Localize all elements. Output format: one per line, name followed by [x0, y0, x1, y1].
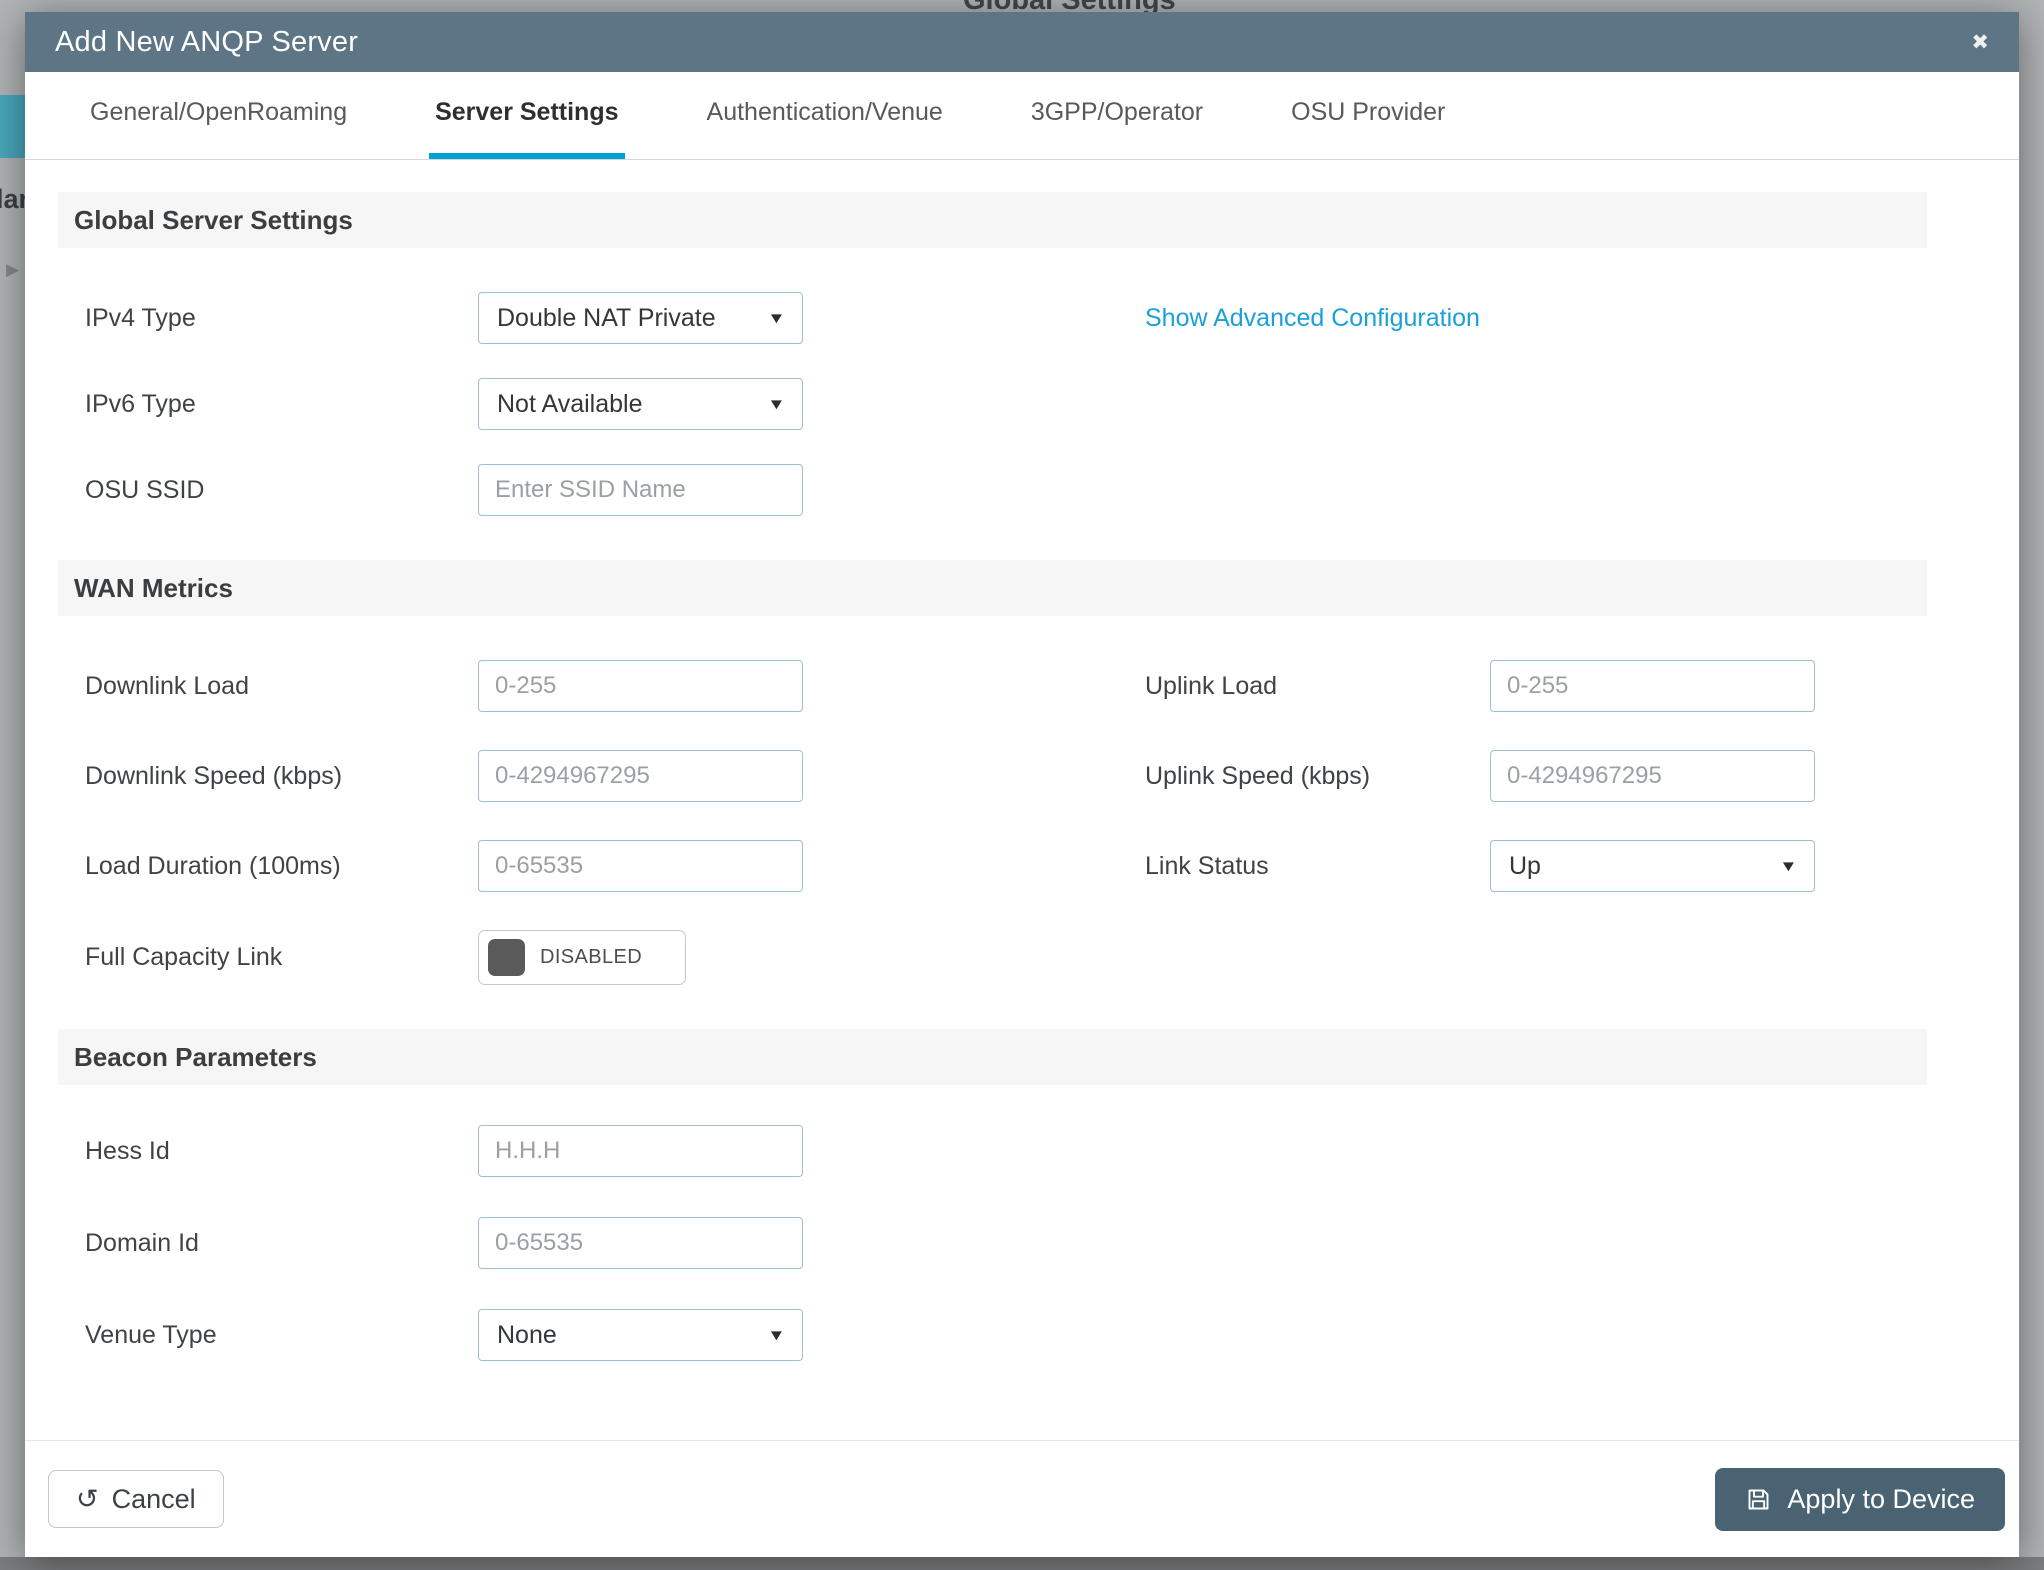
chevron-right-icon: ▶	[6, 260, 19, 280]
downlink-load-input[interactable]	[478, 660, 803, 712]
caret-down-icon: ▼	[767, 1327, 786, 1344]
tab-osu-provider[interactable]: OSU Provider	[1285, 72, 1451, 159]
background-selected-row	[0, 95, 26, 158]
dialog-tabs: General/OpenRoaming Server Settings Auth…	[25, 72, 2019, 160]
link-status-value: Up	[1509, 852, 1541, 881]
ipv4-type-value: Double NAT Private	[497, 304, 716, 333]
dialog-footer: ↺ Cancel Apply to Device	[25, 1440, 2019, 1557]
dialog-body: Global Server Settings IPv4 Type Double …	[25, 192, 2019, 1381]
section-beacon-parameters: Beacon Parameters	[58, 1029, 1927, 1085]
downlink-speed-input[interactable]	[478, 750, 803, 802]
form-row: Hess Id	[85, 1125, 1927, 1177]
uplink-speed-input[interactable]	[1490, 750, 1815, 802]
tab-server-settings[interactable]: Server Settings	[429, 72, 624, 159]
apply-label: Apply to Device	[1787, 1484, 1975, 1515]
downlink-load-label: Downlink Load	[85, 672, 478, 701]
cancel-label: Cancel	[112, 1484, 196, 1515]
caret-down-icon: ▼	[767, 310, 786, 327]
tab-general-openroaming[interactable]: General/OpenRoaming	[84, 72, 353, 159]
hess-id-label: Hess Id	[85, 1137, 478, 1166]
form-row: IPv4 Type Double NAT Private ▼ Show Adva…	[85, 292, 1927, 344]
undo-icon: ↺	[76, 1486, 99, 1513]
section-wan-metrics: WAN Metrics	[58, 560, 1927, 616]
ipv4-type-select[interactable]: Double NAT Private ▼	[478, 292, 803, 344]
form-row: Downlink Load Uplink Load	[85, 660, 1927, 712]
section-global-server-settings: Global Server Settings	[58, 192, 1927, 248]
form-row: Full Capacity Link DISABLED	[85, 930, 1927, 985]
ipv6-type-value: Not Available	[497, 390, 642, 419]
domain-id-input[interactable]	[478, 1217, 803, 1269]
link-status-label: Link Status	[1145, 852, 1490, 881]
osu-ssid-input[interactable]	[478, 464, 803, 516]
uplink-speed-label: Uplink Speed (kbps)	[1145, 762, 1490, 791]
form-row: OSU SSID	[85, 464, 1927, 516]
save-icon	[1745, 1486, 1772, 1513]
venue-type-select[interactable]: None ▼	[478, 1309, 803, 1361]
hess-id-input[interactable]	[478, 1125, 803, 1177]
venue-type-value: None	[497, 1321, 557, 1350]
uplink-load-input[interactable]	[1490, 660, 1815, 712]
domain-id-label: Domain Id	[85, 1229, 478, 1258]
form-row: Downlink Speed (kbps) Uplink Speed (kbps…	[85, 750, 1927, 802]
link-status-select[interactable]: Up ▼	[1490, 840, 1815, 892]
dialog-header: Add New ANQP Server ✖	[25, 12, 2019, 72]
apply-to-device-button[interactable]: Apply to Device	[1715, 1468, 2005, 1531]
add-anqp-server-dialog: Add New ANQP Server ✖ General/OpenRoamin…	[25, 12, 2019, 1557]
show-advanced-configuration-link[interactable]: Show Advanced Configuration	[1145, 304, 1480, 333]
caret-down-icon: ▼	[767, 396, 786, 413]
full-capacity-link-toggle[interactable]: DISABLED	[478, 930, 686, 985]
close-icon[interactable]: ✖	[1971, 30, 1989, 55]
full-capacity-link-label: Full Capacity Link	[85, 943, 478, 972]
downlink-speed-label: Downlink Speed (kbps)	[85, 762, 478, 791]
ipv6-type-select[interactable]: Not Available ▼	[478, 378, 803, 430]
form-row: Domain Id	[85, 1217, 1927, 1269]
load-duration-input[interactable]	[478, 840, 803, 892]
form-row: Venue Type None ▼	[85, 1309, 1927, 1361]
tab-authentication-venue[interactable]: Authentication/Venue	[701, 72, 949, 159]
screen: { "backdrop": { "page_title": "Global Se…	[0, 0, 2044, 1570]
ipv4-type-label: IPv4 Type	[85, 304, 478, 333]
toggle-state-label: DISABLED	[540, 946, 642, 969]
osu-ssid-label: OSU SSID	[85, 476, 478, 505]
load-duration-label: Load Duration (100ms)	[85, 852, 478, 881]
tab-3gpp-operator[interactable]: 3GPP/Operator	[1025, 72, 1209, 159]
dialog-title: Add New ANQP Server	[55, 26, 358, 59]
form-row: IPv6 Type Not Available ▼	[85, 378, 1927, 430]
ipv6-type-label: IPv6 Type	[85, 390, 478, 419]
background-bottom-strip	[0, 1557, 2044, 1570]
cancel-button[interactable]: ↺ Cancel	[48, 1470, 224, 1528]
form-row: Load Duration (100ms) Link Status Up ▼	[85, 840, 1927, 892]
caret-down-icon: ▼	[1779, 858, 1798, 875]
venue-type-label: Venue Type	[85, 1321, 478, 1350]
uplink-load-label: Uplink Load	[1145, 672, 1490, 701]
toggle-knob	[488, 939, 525, 976]
